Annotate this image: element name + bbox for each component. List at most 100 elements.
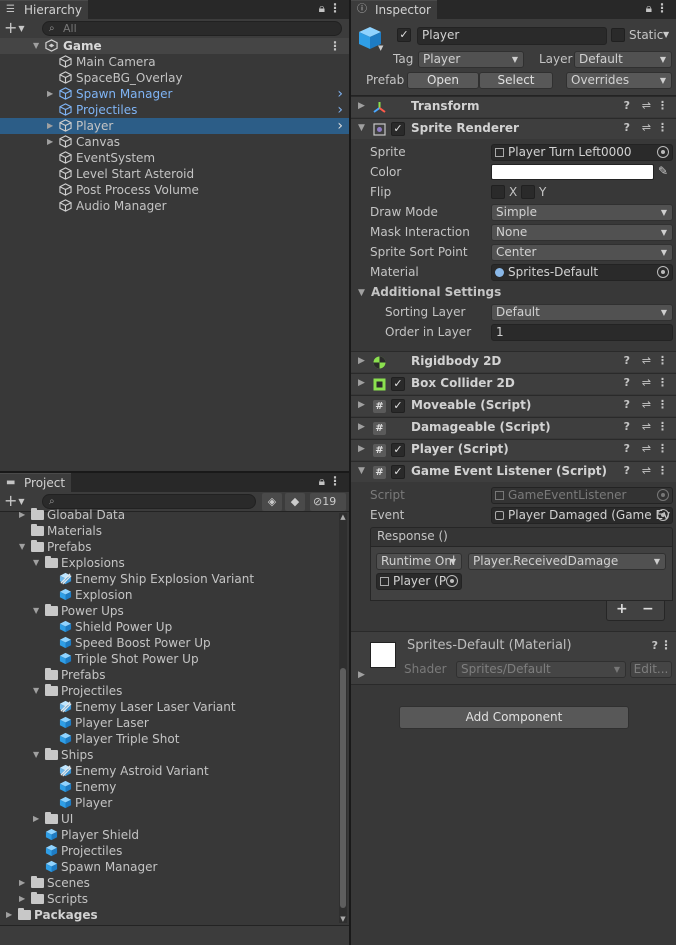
help-icon[interactable]: ? (624, 354, 630, 367)
help-icon[interactable]: ? (652, 639, 658, 652)
hierarchy-item[interactable]: EventSystem (0, 150, 349, 166)
chevron-right-icon[interactable]: ▶ (358, 356, 365, 366)
more-options-icon[interactable]: ⋮ (329, 474, 341, 488)
hierarchy-item[interactable]: Audio Manager (0, 198, 349, 214)
component-menu-icon[interactable]: ⋮ (657, 420, 668, 433)
chevron-right-icon[interactable]: ▶ (47, 86, 57, 102)
object-picker-icon[interactable] (657, 266, 669, 278)
eyedropper-icon[interactable]: ✎ (658, 164, 668, 178)
object-picker-icon[interactable] (657, 146, 669, 158)
chevron-right-icon[interactable]: ▶ (358, 400, 365, 410)
project-asset[interactable]: Projectiles (0, 843, 337, 859)
scrollbar-thumb[interactable] (340, 668, 346, 908)
project-tab[interactable]: ▬ Project (0, 473, 72, 492)
chevron-right-icon[interactable]: ▶ (47, 118, 57, 134)
project-asset[interactable]: Explosion (0, 587, 337, 603)
project-asset[interactable]: Enemy Laser Laser Variant (0, 699, 337, 715)
help-icon[interactable]: ? (624, 464, 630, 477)
object-name-field[interactable]: Player (417, 27, 607, 45)
add-response-button[interactable]: + (616, 601, 628, 617)
project-folder[interactable]: ▶ Packages (0, 907, 337, 923)
project-folder[interactable]: ▶ Scenes (0, 875, 337, 891)
sprite-renderer-component-header[interactable]: ▼ ✓ Sprite Renderer ? ⇌ ⋮ (351, 118, 676, 139)
component-menu-icon[interactable]: ⋮ (657, 464, 668, 477)
chevron-down-icon[interactable]: ▼ (358, 466, 365, 476)
layer-dropdown[interactable]: Default ▼ (574, 51, 672, 68)
hierarchy-item[interactable]: Main Camera (0, 54, 349, 70)
flip-y-checkbox[interactable] (521, 185, 535, 199)
chevron-right-icon[interactable]: ▶ (19, 891, 29, 907)
project-asset[interactable]: Player Laser (0, 715, 337, 731)
chevron-right-icon[interactable]: ▶ (19, 875, 29, 891)
project-asset[interactable]: Enemy Astroid Variant (0, 763, 337, 779)
presets-icon[interactable]: ⇌ (642, 420, 651, 433)
project-folder[interactable]: ▼ Projectiles (0, 683, 337, 699)
box-collider2d-component-header[interactable]: ▶ ✓ Box Collider 2D ? ⇌ ⋮ (351, 373, 676, 394)
inspector-tab[interactable]: ⓘ Inspector (351, 0, 437, 19)
add-component-button[interactable]: Add Component (399, 706, 629, 729)
scene-row[interactable]: ▼ Game ⋮ (0, 38, 349, 54)
game-event-listener-component-header[interactable]: ▼ # ✓ Game Event Listener (Script) ? ⇌ ⋮ (351, 461, 676, 482)
moveable-script-component-header[interactable]: ▶ # ✓ Moveable (Script) ? ⇌ ⋮ (351, 395, 676, 416)
scroll-down-icon[interactable]: ▼ (339, 915, 347, 923)
help-icon[interactable]: ? (624, 376, 630, 389)
scroll-up-icon[interactable]: ▲ (339, 513, 347, 521)
lock-icon[interactable]: 🔒︎ (319, 1, 325, 16)
open-prefab-chevron-icon[interactable]: › (337, 86, 343, 102)
more-options-icon[interactable]: ⋮ (656, 1, 668, 15)
presets-icon[interactable]: ⇌ (642, 398, 651, 411)
active-checkbox[interactable]: ✓ (397, 28, 411, 42)
rigidbody2d-component-header[interactable]: ▶ Rigidbody 2D ? ⇌ ⋮ (351, 351, 676, 372)
hierarchy-item[interactable]: Post Process Volume (0, 182, 349, 198)
hierarchy-item[interactable]: Projectiles › (0, 102, 349, 118)
prefab-overrides-dropdown[interactable]: Overrides ▼ (566, 72, 672, 89)
presets-icon[interactable]: ⇌ (642, 464, 651, 477)
chevron-down-icon[interactable]: ▼ (33, 683, 43, 699)
hierarchy-item[interactable]: ▶ Player › (0, 118, 349, 134)
chevron-right-icon[interactable]: ▶ (6, 907, 16, 923)
presets-icon[interactable]: ⇌ (642, 442, 651, 455)
open-prefab-chevron-icon[interactable]: › (337, 102, 343, 118)
sprite-renderer-enabled-checkbox[interactable]: ✓ (391, 122, 405, 136)
tag-dropdown[interactable]: Player ▼ (418, 51, 524, 68)
icon-dropdown-caret[interactable]: ▼ (378, 44, 383, 52)
help-icon[interactable]: ? (624, 420, 630, 433)
flip-x-checkbox[interactable] (491, 185, 505, 199)
lock-icon[interactable]: 🔒︎ (646, 1, 652, 16)
mask-interaction-dropdown[interactable]: None ▼ (491, 224, 673, 241)
chevron-down-icon[interactable]: ▼ (33, 555, 43, 571)
object-picker-icon[interactable] (657, 509, 669, 521)
project-folder[interactable]: ▼ Prefabs (0, 539, 337, 555)
method-dropdown[interactable]: Player.ReceivedDamage ▼ (468, 553, 666, 570)
player-script-enabled-checkbox[interactable]: ✓ (391, 443, 405, 457)
sprite-sort-point-dropdown[interactable]: Center ▼ (491, 244, 673, 261)
transform-component-header[interactable]: ▶ Transform ? ⇌ ⋮ (351, 96, 676, 117)
project-asset[interactable]: Speed Boost Power Up (0, 635, 337, 651)
static-checkbox[interactable] (611, 28, 625, 42)
component-menu-icon[interactable]: ⋮ (657, 99, 668, 112)
chevron-right-icon[interactable]: ▶ (19, 507, 29, 523)
chevron-right-icon[interactable]: ▶ (358, 101, 365, 111)
lock-icon[interactable]: 🔒︎ (319, 474, 325, 489)
chevron-right-icon[interactable]: ▶ (358, 670, 365, 680)
help-icon[interactable]: ? (624, 121, 630, 134)
chevron-right-icon[interactable]: ▶ (358, 378, 365, 388)
static-dropdown-caret[interactable]: ▼ (663, 30, 669, 39)
presets-icon[interactable]: ⇌ (642, 376, 651, 389)
prefab-open-button[interactable]: Open (407, 72, 479, 89)
project-asset[interactable]: Player Shield (0, 827, 337, 843)
component-menu-icon[interactable]: ⋮ (657, 376, 668, 389)
help-icon[interactable]: ? (624, 398, 630, 411)
presets-icon[interactable]: ⇌ (642, 99, 651, 112)
object-picker-icon[interactable] (446, 575, 458, 587)
create-button[interactable]: +▼ (4, 19, 25, 39)
help-icon[interactable]: ? (624, 99, 630, 112)
project-asset[interactable]: Player (0, 795, 337, 811)
project-asset[interactable]: Player Triple Shot (0, 731, 337, 747)
project-asset[interactable]: Enemy (0, 779, 337, 795)
component-menu-icon[interactable]: ⋮ (657, 354, 668, 367)
project-folder[interactable]: ▶ Scripts (0, 891, 337, 907)
sorting-layer-dropdown[interactable]: Default ▼ (491, 304, 673, 321)
component-menu-icon[interactable]: ⋮ (657, 442, 668, 455)
open-prefab-chevron-icon[interactable]: › (337, 118, 343, 134)
